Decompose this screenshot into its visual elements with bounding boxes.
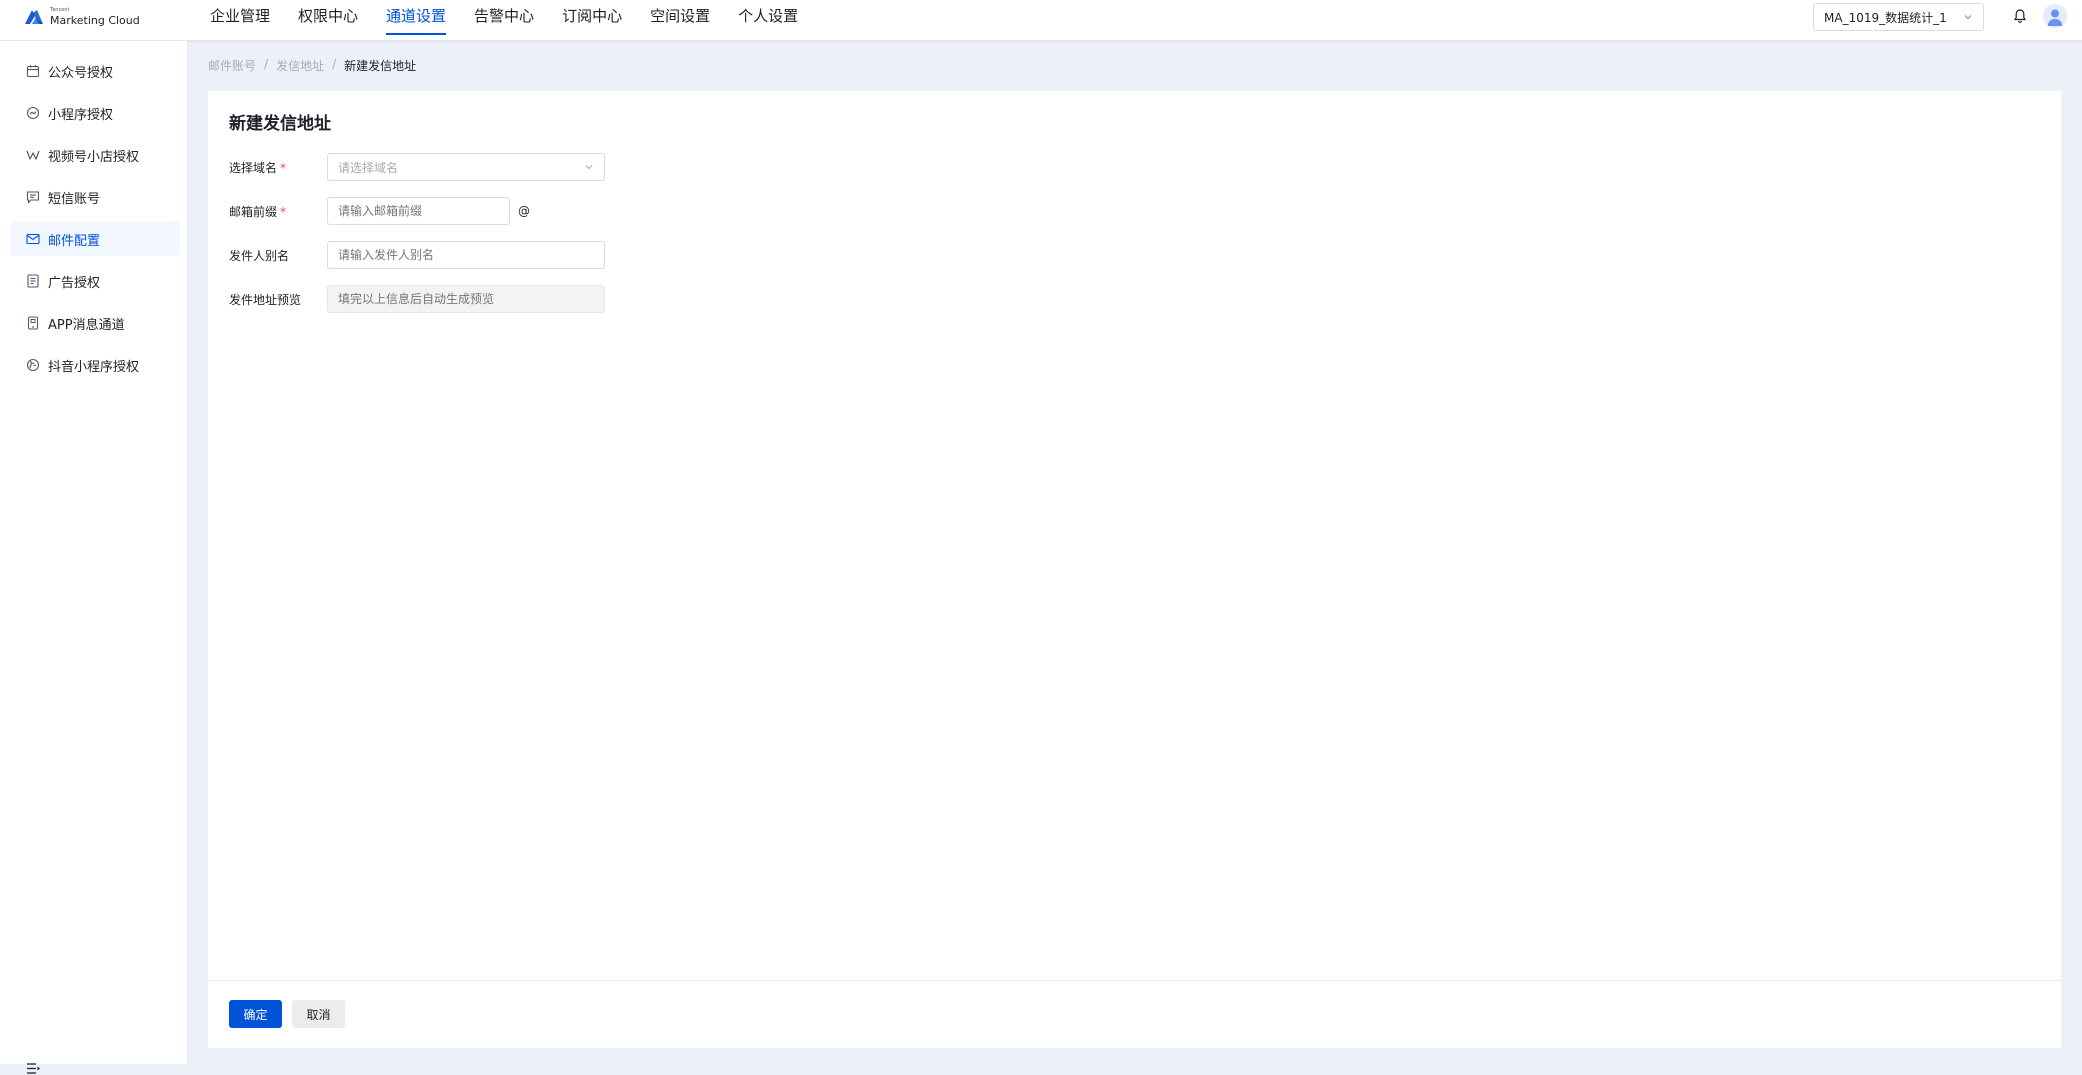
calendar-icon — [26, 65, 40, 78]
sidebar-item-sms[interactable]: 短信账号 — [11, 180, 180, 214]
breadcrumb-separator: / — [332, 57, 337, 71]
sms-icon — [26, 191, 40, 204]
breadcrumb-sender-address[interactable]: 发信地址 — [276, 57, 324, 74]
sidebar-item-label: 抖音小程序授权 — [48, 359, 140, 375]
domain-select-placeholder: 请选择域名 — [338, 160, 399, 175]
sidebar-item-label: 小程序授权 — [48, 107, 114, 123]
chevron-down-icon — [585, 165, 593, 170]
at-symbol: @ — [518, 204, 530, 218]
video-channel-icon — [26, 150, 40, 160]
top-nav: 企业管理 权限中心 通道设置 告警中心 订阅中心 空间设置 个人设置 — [196, 0, 812, 41]
bell-icon[interactable] — [2012, 8, 2028, 24]
sidebar-item-mini-program[interactable]: 小程序授权 — [11, 96, 180, 130]
sidebar-item-label: 视频号小店授权 — [48, 149, 140, 165]
breadcrumb-current: 新建发信地址 — [344, 59, 417, 73]
sidebar-item-label: 广告授权 — [48, 275, 101, 291]
breadcrumb-separator: / — [264, 57, 269, 71]
breadcrumb-mail-account[interactable]: 邮件账号 — [208, 57, 256, 74]
sidebar-item-label: APP消息通道 — [48, 317, 125, 333]
brand-main: Marketing Cloud — [50, 14, 140, 27]
alias-label: 发件人别名 — [229, 248, 290, 263]
logo-icon — [25, 10, 43, 24]
topnav-permission[interactable]: 权限中心 — [284, 0, 372, 41]
mail-icon — [26, 233, 40, 245]
space-select-value: MA_1019_数据统计_1 — [1824, 10, 1947, 25]
required-mark: * — [280, 204, 287, 219]
topnav-space[interactable]: 空间设置 — [636, 0, 724, 41]
domain-label: 选择域名 * — [229, 160, 287, 175]
form-row-domain: 选择域名 * 请选择域名 — [229, 153, 605, 181]
sidebar-item-label: 邮件配置 — [48, 233, 101, 249]
avatar[interactable] — [2043, 4, 2067, 28]
cancel-button[interactable]: 取消 — [292, 1000, 345, 1028]
chevron-down-icon — [1964, 15, 1972, 20]
mini-program-icon — [26, 106, 40, 120]
sidebar-item-video-shop[interactable]: 视频号小店授权 — [11, 138, 180, 172]
sidebar-item-official-account[interactable]: 公众号授权 — [11, 54, 180, 88]
form-card: 新建发信地址 选择域名* 请选择域名 邮箱前缀* @ 发件人别名 发件地址预览 … — [208, 91, 2061, 1048]
topnav-personal[interactable]: 个人设置 — [724, 0, 812, 41]
space-select[interactable]: MA_1019_数据统计_1 — [1813, 3, 1984, 31]
form-row-alias: 发件人别名 — [229, 241, 605, 269]
preview-label: 发件地址预览 — [229, 292, 302, 307]
footer-divider — [208, 980, 2061, 981]
document-icon — [27, 274, 39, 288]
page-title: 新建发信地址 — [229, 114, 331, 134]
sidebar-item-label: 短信账号 — [48, 191, 101, 207]
required-mark: * — [280, 160, 287, 175]
preview-input — [327, 285, 605, 313]
douyin-icon — [26, 358, 40, 372]
sidebar-item-label: 公众号授权 — [48, 65, 114, 81]
topnav-subscription[interactable]: 订阅中心 — [548, 0, 636, 41]
brand-small: Tencent — [50, 7, 70, 13]
confirm-button[interactable]: 确定 — [229, 1000, 282, 1028]
sidebar-item-mail-config[interactable]: 邮件配置 — [11, 222, 180, 256]
form-row-preview: 发件地址预览 — [229, 285, 605, 313]
form-row-prefix: 邮箱前缀* @ — [229, 197, 530, 225]
sidebar-item-douyin-mini-program[interactable]: 抖音小程序授权 — [11, 348, 180, 382]
sidebar: 公众号授权 小程序授权 视频号小店授权 短信账号 邮件配置 广告授权 APP消息… — [0, 41, 187, 1074]
app-message-icon — [27, 316, 39, 330]
sidebar-item-app-message[interactable]: APP消息通道 — [11, 306, 180, 340]
breadcrumb: 邮件账号 / 发信地址 / 新建发信地址 — [208, 57, 416, 74]
sidebar-item-ads[interactable]: 广告授权 — [11, 264, 180, 298]
prefix-label: 邮箱前缀 * — [229, 204, 287, 219]
topnav-alert[interactable]: 告警中心 — [460, 0, 548, 41]
brand-logo[interactable]: Tencent Marketing Cloud — [24, 8, 140, 26]
user-avatar-icon — [2047, 9, 2063, 26]
alias-input[interactable] — [327, 241, 605, 269]
domain-select[interactable]: 请选择域名 — [327, 153, 605, 181]
prefix-input[interactable] — [327, 197, 510, 225]
top-header: Tencent Marketing Cloud 企业管理 权限中心 通道设置 告… — [0, 0, 2082, 41]
topnav-enterprise[interactable]: 企业管理 — [196, 0, 284, 41]
topnav-channel[interactable]: 通道设置 — [372, 0, 460, 41]
